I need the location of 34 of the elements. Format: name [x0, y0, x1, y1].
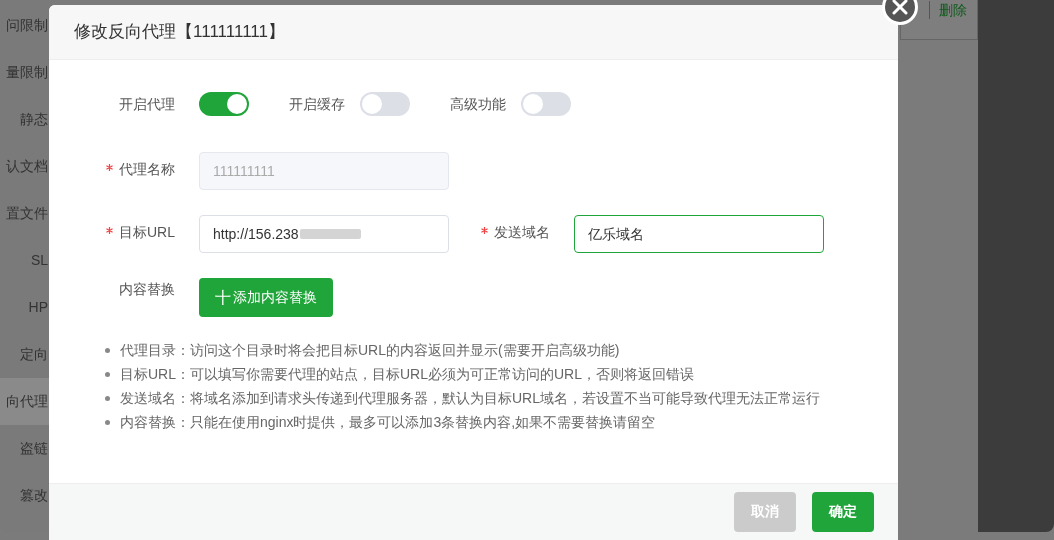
add-content-replace-button[interactable]: 十添加内容替换	[199, 278, 333, 317]
input-field[interactable]: http://156.238	[199, 215, 449, 253]
toggle-switch[interactable]	[199, 92, 249, 116]
switch-label: 开启缓存	[289, 94, 345, 114]
input-field[interactable]: 亿乐域名	[574, 215, 824, 253]
bullet-icon	[105, 396, 110, 401]
note-text: 发送域名：将域名添加到请求头传递到代理服务器，默认为目标URL域名，若设置不当可能导致代理无法正常运行	[120, 389, 820, 408]
plus-icon: 十	[215, 285, 231, 310]
sidebar-item[interactable]: 量限制	[6, 62, 48, 83]
sidebar-item[interactable]: HP	[28, 297, 48, 318]
sidebar-item[interactable]: 置文件	[6, 203, 48, 224]
sidebar-item[interactable]: 静态	[20, 109, 48, 130]
switch-label: 高级功能	[450, 94, 506, 114]
sidebar-item[interactable]: 篡改	[20, 485, 48, 506]
sidebar-item[interactable]: SL	[30, 250, 48, 271]
bullet-icon	[105, 420, 110, 425]
switch-label: 开启代理	[118, 94, 175, 114]
sidebar-item[interactable]: 盗链	[20, 438, 48, 459]
confirm-button[interactable]: 确定	[812, 491, 874, 532]
field-label: 内容替换	[118, 280, 175, 299]
sidebar-item[interactable]: 问限制	[6, 15, 48, 36]
note-text: 内容替换：只能在使用nginx时提供，最多可以添加3条替换内容,如果不需要替换请留空	[120, 413, 656, 432]
sidebar-item[interactable]: 定向	[20, 344, 48, 365]
dialog-title: 修改反向代理【111111111】	[74, 21, 285, 44]
note-text: 代理目录：访问这个目录时将会把目标URL的内容返回并显示(需要开启高级功能)	[120, 341, 620, 360]
field-label: 发送域名	[494, 223, 550, 242]
field-label: 代理名称	[119, 160, 175, 179]
toggle-switch[interactable]	[360, 92, 410, 116]
sidebar-item[interactable]: 认文档	[6, 156, 48, 177]
bullet-icon	[105, 348, 110, 353]
note-text: 目标URL：可以填写你需要代理的站点，目标URL必须为可正常访问的URL，否则将返回错误	[120, 365, 695, 384]
field-label: 目标URL	[119, 223, 175, 242]
toggle-switch[interactable]	[521, 92, 571, 116]
bullet-icon	[105, 372, 110, 377]
